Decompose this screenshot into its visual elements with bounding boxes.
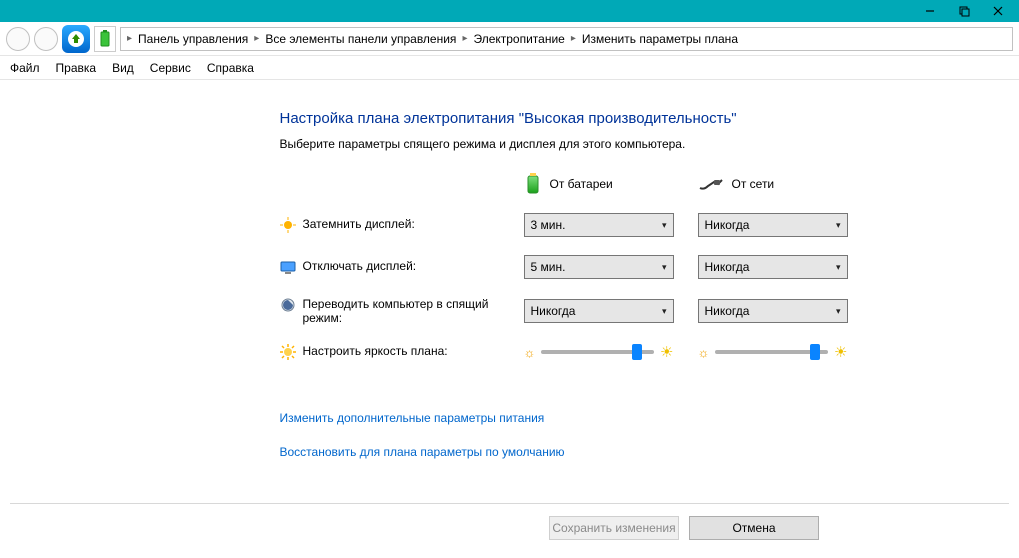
- minimize-button[interactable]: [913, 1, 947, 21]
- breadcrumb-item[interactable]: Электропитание: [473, 32, 564, 46]
- off-plugged-combo[interactable]: Никогда▾: [698, 255, 848, 279]
- row-sleep-label: Переводить компьютер в спящий режим:: [280, 297, 510, 325]
- address-bar[interactable]: ▸ Панель управления ▸ Все элементы панел…: [120, 27, 1013, 51]
- dim-battery-combo[interactable]: 3 мин.▾: [524, 213, 674, 237]
- column-header-label: От батареи: [550, 177, 613, 191]
- slider-track[interactable]: [715, 350, 828, 354]
- battery-icon: [524, 173, 542, 195]
- menu-bar: Файл Правка Вид Сервис Справка: [0, 56, 1019, 80]
- chevron-right-icon: ▸: [462, 33, 467, 44]
- chevron-down-icon: ▾: [836, 306, 841, 317]
- menu-service[interactable]: Сервис: [150, 61, 191, 75]
- brightness-plugged-slider[interactable]: ☼ ☀: [698, 343, 848, 361]
- chevron-right-icon: ▸: [571, 33, 576, 44]
- chevron-down-icon: ▾: [662, 220, 667, 231]
- sun-min-icon: ☼: [698, 345, 710, 360]
- save-button: Сохранить изменения: [549, 516, 679, 540]
- footer-buttons: Сохранить изменения Отмена: [549, 516, 819, 540]
- navigation-bar: ▸ Панель управления ▸ Все элементы панел…: [0, 22, 1019, 56]
- cancel-button[interactable]: Отмена: [689, 516, 819, 540]
- links-block: Изменить дополнительные параметры питани…: [280, 411, 840, 459]
- row-brightness-label: Настроить яркость плана:: [280, 344, 510, 360]
- page-subtitle: Выберите параметры спящего режима и дисп…: [280, 137, 840, 151]
- chevron-right-icon: ▸: [127, 33, 132, 44]
- dim-icon: [280, 217, 296, 233]
- window-titlebar: [0, 0, 1019, 22]
- settings-grid: От батареи От сети Затемнить дисплей: 3 …: [280, 173, 840, 361]
- row-off-label: Отключать дисплей:: [280, 259, 510, 275]
- chevron-down-icon: ▾: [662, 262, 667, 273]
- breadcrumb-item[interactable]: Все элементы панели управления: [265, 32, 456, 46]
- sun-max-icon: ☀: [834, 343, 847, 361]
- row-dim-label: Затемнить дисплей:: [280, 217, 510, 233]
- back-button[interactable]: [6, 27, 30, 51]
- close-button[interactable]: [981, 1, 1015, 21]
- slider-track[interactable]: [541, 350, 654, 354]
- column-header-battery: От батареи: [524, 173, 684, 195]
- sun-max-icon: ☀: [660, 343, 673, 361]
- breadcrumb-current: Изменить параметры плана: [582, 32, 738, 46]
- column-header-plugged: От сети: [698, 176, 858, 192]
- menu-help[interactable]: Справка: [207, 61, 254, 75]
- brightness-icon: [280, 344, 296, 360]
- dim-plugged-combo[interactable]: Никогда▾: [698, 213, 848, 237]
- footer-separator: [10, 503, 1009, 504]
- sun-min-icon: ☼: [524, 345, 536, 360]
- link-restore-defaults[interactable]: Восстановить для плана параметры по умол…: [280, 445, 840, 459]
- display-off-icon: [280, 259, 296, 275]
- sleep-battery-combo[interactable]: Никогда▾: [524, 299, 674, 323]
- brightness-battery-slider[interactable]: ☼ ☀: [524, 343, 674, 361]
- location-icon[interactable]: [94, 26, 116, 52]
- forward-button[interactable]: [34, 27, 58, 51]
- breadcrumb-item[interactable]: Панель управления: [138, 32, 248, 46]
- chevron-down-icon: ▾: [662, 306, 667, 317]
- sleep-icon: [280, 297, 296, 313]
- menu-view[interactable]: Вид: [112, 61, 134, 75]
- menu-file[interactable]: Файл: [10, 61, 40, 75]
- chevron-right-icon: ▸: [254, 33, 259, 44]
- up-button[interactable]: [62, 25, 90, 53]
- chevron-down-icon: ▾: [836, 220, 841, 231]
- main-panel: Настройка плана электропитания "Высокая …: [180, 110, 840, 459]
- plug-icon: [698, 176, 724, 192]
- maximize-button[interactable]: [947, 1, 981, 21]
- link-advanced-settings[interactable]: Изменить дополнительные параметры питани…: [280, 411, 840, 425]
- sleep-plugged-combo[interactable]: Никогда▾: [698, 299, 848, 323]
- off-battery-combo[interactable]: 5 мин.▾: [524, 255, 674, 279]
- column-header-label: От сети: [732, 177, 775, 191]
- chevron-down-icon: ▾: [836, 262, 841, 273]
- page-title: Настройка плана электропитания "Высокая …: [280, 110, 840, 127]
- menu-edit[interactable]: Правка: [56, 61, 97, 75]
